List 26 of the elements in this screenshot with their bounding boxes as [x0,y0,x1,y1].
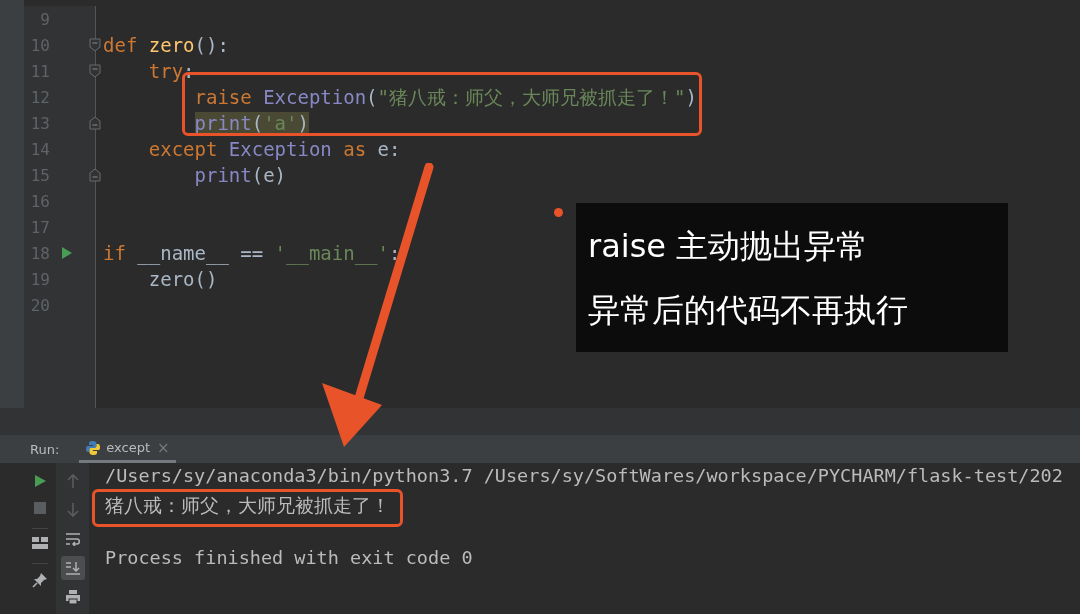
console-line: /Users/sy/anaconda3/bin/python3.7 /Users/sy/SoftWares/workspace/PYCHARM/flask-test/202 [105,464,1063,488]
code-line: zero() [147,267,218,291]
callout-text: raise 主动抛出异常 [588,226,870,265]
python-icon [85,439,102,456]
pin-icon[interactable] [32,563,48,588]
fold-icon[interactable] [89,116,101,130]
layout-icon[interactable] [32,528,48,549]
fold-icon[interactable] [89,168,101,182]
fold-icon[interactable] [89,64,101,78]
console-line: 猪八戒：师父，大师兄被抓走了！ [105,494,390,518]
code-line: def zero(): [103,33,229,57]
callout-dot [554,208,563,217]
code-line: if __name__ == '__main__': [103,241,401,265]
callout-text: 异常后的代码不再执行 [588,290,909,329]
code-line: raise Exception("猪八戒：师父，大师兄被抓走了！") [193,85,697,109]
code-line: print('a') [193,111,309,135]
code-line: try: [147,59,195,83]
code-line: except Exception as e: [147,137,401,161]
run-icon[interactable] [62,247,72,259]
console-line: Process finished with exit code 0 [105,546,473,570]
fold-icon[interactable] [89,38,101,52]
code-line: print(e) [193,163,287,187]
run-icon[interactable] [33,474,47,488]
scroll-end-icon[interactable] [61,556,85,580]
run-tab[interactable]: except × [79,435,176,463]
run-label: Run: [30,441,60,457]
